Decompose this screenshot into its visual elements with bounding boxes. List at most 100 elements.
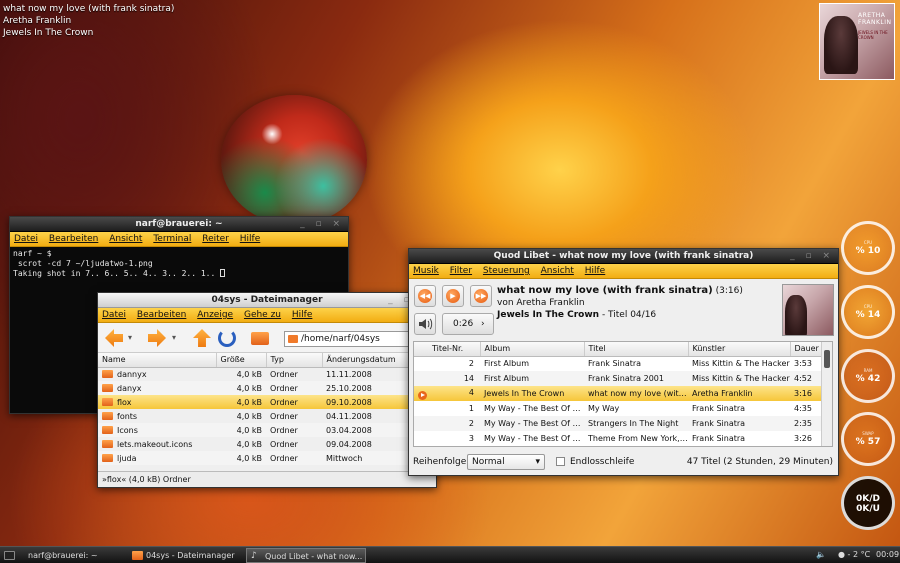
chevron-down-icon[interactable]: ▾ xyxy=(128,333,132,342)
fm-titlebar[interactable]: 04sys - Dateimanager _ ▫ × xyxy=(98,293,436,308)
menu-bearbeiten[interactable]: Bearbeiten xyxy=(137,310,186,320)
fm-menubar: Datei Bearbeiten Anzeige Gehe zu Hilfe xyxy=(98,308,436,323)
ql-footer: Reihenfolge: Normal ▾ Endlosschleife 47 … xyxy=(413,453,833,471)
table-row[interactable]: 3 My Way - The Best Of Frank Sinatra The… xyxy=(414,431,822,446)
file-list: Name Größe Typ Änderungsdatum dannyx 4,0… xyxy=(98,353,436,465)
menu-gehe-zu[interactable]: Gehe zu xyxy=(244,310,281,320)
fm-title: 04sys - Dateimanager xyxy=(211,295,323,305)
menu-datei[interactable]: Datei xyxy=(14,234,38,244)
play-icon: ▶ xyxy=(446,289,460,303)
col-artist[interactable]: Künstler xyxy=(688,342,791,357)
seek-button[interactable]: 0:26 › xyxy=(442,313,494,335)
menu-anzeige[interactable]: Anzeige xyxy=(197,310,233,320)
table-row-selected[interactable]: flox 4,0 kB Ordner 09.10.2008 xyxy=(98,395,436,409)
menu-hilfe[interactable]: Hilfe xyxy=(292,310,312,320)
up-arrow-icon[interactable] xyxy=(193,329,211,347)
previous-button[interactable]: ◀◀ xyxy=(414,285,436,307)
temperature: - 2 °C xyxy=(847,550,871,559)
repeat-label[interactable]: Endlosschleife xyxy=(570,453,634,471)
swap-gauge: SWAP % 57 xyxy=(841,412,895,466)
folder-icon xyxy=(102,439,113,448)
ql-titlebar[interactable]: Quod Libet - what now my love (with fran… xyxy=(409,249,838,264)
menu-reiter[interactable]: Reiter xyxy=(202,234,229,244)
col-name[interactable]: Name xyxy=(98,353,217,368)
song-track: - Titel 04/16 xyxy=(601,310,657,320)
window-buttons[interactable]: _ ▫ × xyxy=(300,217,344,232)
play-button[interactable]: ▶ xyxy=(442,285,464,307)
reload-icon[interactable] xyxy=(218,329,236,347)
scrollbar-thumb[interactable] xyxy=(824,350,830,368)
menu-terminal[interactable]: Terminal xyxy=(153,234,191,244)
cover-artist-text: ARETHA FRANKLIN xyxy=(858,12,892,26)
terminal-line: scrot -cd 7 ~/ljudatwo-1.png xyxy=(13,259,153,268)
song-list[interactable]: Titel-Nr. Album Titel Künstler Dauer 2 F… xyxy=(413,341,833,447)
window-buttons[interactable]: _ ▫ × xyxy=(790,249,834,264)
quodlibet-window[interactable]: Quod Libet - what now my love (with fran… xyxy=(408,248,839,476)
chevron-down-icon: ▾ xyxy=(535,457,540,467)
table-row[interactable]: Icons 4,0 kB Ordner 03.04.2008 xyxy=(98,423,436,437)
table-row[interactable]: 2 My Way - The Best Of Frank Sinatra Str… xyxy=(414,416,822,431)
song-artist: von Aretha Franklin xyxy=(497,298,585,308)
menu-steuerung[interactable]: Steuerung xyxy=(483,266,530,276)
table-row[interactable]: 1 My Way - The Best Of Frank Sinatra My … xyxy=(414,401,822,416)
menu-ansicht[interactable]: Ansicht xyxy=(541,266,574,276)
order-select[interactable]: Normal ▾ xyxy=(467,454,545,470)
np-title: what now my love (with frank sinatra) xyxy=(3,4,175,14)
volume-tray-icon[interactable]: 🔈 xyxy=(816,547,826,563)
order-label: Reihenfolge: xyxy=(413,457,470,467)
menu-hilfe[interactable]: Hilfe xyxy=(585,266,605,276)
back-arrow-icon[interactable] xyxy=(105,329,123,347)
menu-bearbeiten[interactable]: Bearbeiten xyxy=(49,234,98,244)
repeat-checkbox[interactable] xyxy=(556,457,565,466)
folder-icon xyxy=(102,383,113,392)
col-size[interactable]: Größe xyxy=(216,353,267,368)
menu-ansicht[interactable]: Ansicht xyxy=(109,234,142,244)
forward-arrow-icon[interactable] xyxy=(148,329,166,347)
taskbar: narf@brauerei: ~ 04sys - Dateimanager ♪ … xyxy=(0,546,900,563)
next-button[interactable]: ▶▶ xyxy=(470,285,492,307)
menu-datei[interactable]: Datei xyxy=(102,310,126,320)
cpu-gauge-1: CPU % 10 xyxy=(841,221,895,275)
folder-icon xyxy=(102,411,113,420)
table-row[interactable]: ljuda 4,0 kB Ordner Mittwoch xyxy=(98,451,436,465)
table-row[interactable]: danyx 4,0 kB Ordner 25.10.2008 xyxy=(98,381,436,395)
terminal-titlebar[interactable]: narf@brauerei: ~ _ ▫ × xyxy=(10,217,348,232)
table-row[interactable]: lets.makeout.icons 4,0 kB Ordner 09.04.2… xyxy=(98,437,436,451)
song-info: what now my love (with frank sinatra) (3… xyxy=(497,285,743,321)
fm-statusbar: »flox« (4,0 kB) Ordner xyxy=(98,471,436,487)
menu-musik[interactable]: Musik xyxy=(413,266,439,276)
taskbar-item-quodlibet[interactable]: ♪ Quod Libet - what now... xyxy=(246,548,366,563)
col-title[interactable]: Titel xyxy=(584,342,689,357)
volume-button[interactable] xyxy=(414,313,436,335)
library-summary: 47 Titel (2 Stunden, 29 Minuten) xyxy=(686,457,833,467)
col-track[interactable]: Titel-Nr. xyxy=(414,342,481,357)
chevron-down-icon[interactable]: ▾ xyxy=(172,333,176,342)
menu-filter[interactable]: Filter xyxy=(450,266,472,276)
table-row[interactable]: fonts 4,0 kB Ordner 04.11.2008 xyxy=(98,409,436,423)
table-row[interactable]: 14 First Album Frank Sinatra 2001 Miss K… xyxy=(414,371,822,386)
col-album[interactable]: Album xyxy=(480,342,585,357)
folder-icon[interactable] xyxy=(251,332,269,345)
cover-portrait xyxy=(785,295,807,335)
terminal-cursor xyxy=(220,269,226,277)
file-manager-window[interactable]: 04sys - Dateimanager _ ▫ × Datei Bearbei… xyxy=(97,292,437,488)
now-playing-icon xyxy=(418,390,427,400)
col-type[interactable]: Typ xyxy=(266,353,323,368)
folder-icon xyxy=(102,453,113,462)
taskbar-item-terminal[interactable]: narf@brauerei: ~ xyxy=(0,548,118,563)
network-gauge: 0K/D 0K/U xyxy=(841,476,895,530)
music-note-icon: ♪ xyxy=(251,551,257,561)
song-list-scrollbar[interactable] xyxy=(821,342,832,446)
np-album: Jewels In The Crown xyxy=(3,28,94,38)
menu-hilfe[interactable]: Hilfe xyxy=(240,234,260,244)
desktop-now-playing: what now my love (with frank sinatra) Ar… xyxy=(3,3,174,39)
col-length[interactable]: Dauer xyxy=(790,342,823,357)
clock[interactable]: 00:09 xyxy=(876,547,899,563)
table-row[interactable]: dannyx 4,0 kB Ordner 11.11.2008 xyxy=(98,367,436,381)
table-row[interactable]: 2 First Album Frank Sinatra Miss Kittin … xyxy=(414,356,822,371)
weather-tray[interactable]: ● - 2 °C xyxy=(838,547,870,563)
album-cover[interactable] xyxy=(782,284,834,336)
taskbar-item-filemanager[interactable]: 04sys - Dateimanager xyxy=(128,548,244,563)
table-row-playing[interactable]: 4 Jewels In The Crown what now my love (… xyxy=(414,386,822,401)
weather-icon: ● xyxy=(838,550,845,559)
